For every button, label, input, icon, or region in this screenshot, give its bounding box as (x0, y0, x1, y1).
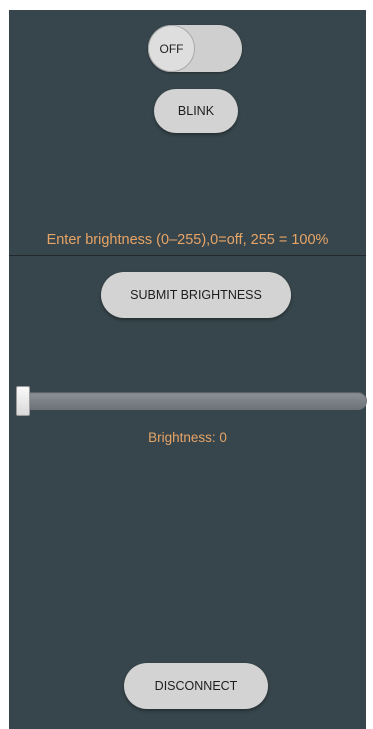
brightness-input[interactable]: Enter brightness (0–255),0=off, 255 = 10… (9, 232, 366, 248)
brightness-slider[interactable] (16, 386, 367, 416)
power-toggle[interactable]: OFF (148, 25, 242, 72)
submit-brightness-button[interactable]: SUBMIT BRIGHTNESS (101, 272, 291, 318)
brightness-input-underline (9, 255, 366, 256)
app-screen: OFF BLINK Enter brightness (0–255),0=off… (9, 10, 367, 729)
power-toggle-label: OFF (159, 41, 184, 56)
blink-button[interactable]: BLINK (154, 89, 238, 133)
brightness-readout: Brightness: 0 (148, 430, 227, 445)
brightness-slider-thumb[interactable] (16, 386, 30, 416)
disconnect-button[interactable]: DISCONNECT (124, 663, 268, 709)
power-toggle-knob[interactable]: OFF (148, 25, 195, 72)
brightness-slider-track[interactable] (22, 392, 367, 410)
